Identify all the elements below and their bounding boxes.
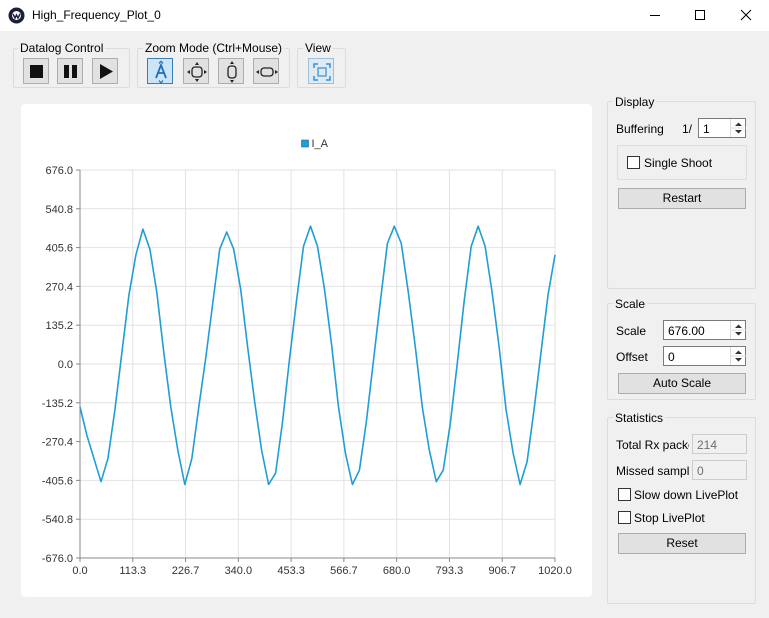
- app-logo-icon: [8, 7, 25, 24]
- fit-view-button[interactable]: [308, 58, 334, 84]
- spin-arrows-icon: [731, 122, 746, 134]
- fit-view-icon: [313, 63, 331, 81]
- y-tick-label: -135.2: [42, 398, 73, 410]
- single-shoot-label: Single Shoot: [644, 156, 713, 170]
- legend-label: I_A: [312, 138, 329, 150]
- spin-arrows-icon: [731, 350, 746, 362]
- y-tick-label: -270.4: [42, 437, 73, 449]
- x-tick-label: 453.3: [277, 565, 305, 577]
- y-tick-label: 540.8: [45, 204, 73, 216]
- zoom-vertical-icon: [227, 61, 237, 83]
- pause-button[interactable]: [57, 58, 83, 84]
- maximize-icon: [695, 10, 705, 20]
- missed-samples-field: 0: [692, 460, 747, 480]
- buffering-value: 1: [703, 122, 710, 136]
- scale-spinbox[interactable]: 676.00: [663, 320, 746, 340]
- zoom-horizontal-button[interactable]: [253, 58, 279, 84]
- offset-spinbox[interactable]: 0: [663, 346, 746, 366]
- scale-title: Scale: [613, 297, 648, 311]
- y-tick-label: 676.0: [45, 165, 73, 177]
- total-rx-field: 214: [692, 434, 747, 454]
- x-tick-label: 1020.0: [538, 565, 572, 577]
- auto-scale-button[interactable]: Auto Scale: [618, 373, 746, 394]
- stop-liveplot-checkbox[interactable]: [618, 511, 631, 524]
- legend-marker: [301, 139, 309, 148]
- offset-label: Offset: [616, 350, 648, 364]
- buffering-spinbox[interactable]: 1: [698, 118, 746, 138]
- scale-value: 676.00: [668, 324, 705, 338]
- missed-samples-value: 0: [697, 464, 704, 478]
- datalog-control-label: Datalog Control: [18, 41, 106, 55]
- x-tick-label: 340.0: [225, 565, 253, 577]
- zoom-xy-icon: [187, 62, 207, 82]
- y-tick-label: -676.0: [42, 553, 73, 565]
- minimize-icon: [650, 15, 660, 16]
- total-rx-label: Total Rx packe: [616, 438, 689, 452]
- x-tick-label: 0.0: [72, 565, 87, 577]
- title-bar: High_Frequency_Plot_0: [0, 0, 769, 31]
- play-icon: [100, 64, 113, 79]
- single-shoot-checkbox[interactable]: [627, 156, 640, 169]
- window-title: High_Frequency_Plot_0: [32, 8, 161, 22]
- x-tick-label: 226.7: [172, 565, 200, 577]
- restart-button[interactable]: Restart: [618, 188, 746, 209]
- x-tick-label: 566.7: [330, 565, 358, 577]
- plot-panel: 676.0 540.8 405.6 270.4 135.2 0.0 -135.2 -270.4…: [21, 104, 592, 597]
- y-tick-label: 0.0: [58, 359, 73, 371]
- minimize-button[interactable]: [632, 0, 678, 31]
- line-chart[interactable]: 676.0 540.8 405.6 270.4 135.2 0.0 -135.2 -270.4…: [21, 104, 592, 597]
- zoom-vertical-button[interactable]: [218, 58, 244, 84]
- zoom-xy-button[interactable]: [183, 58, 209, 84]
- stop-liveplot-label: Stop LivePlot: [634, 511, 705, 525]
- stop-icon: [30, 65, 43, 78]
- stop-button[interactable]: [23, 58, 49, 84]
- buffering-stepper[interactable]: [730, 119, 746, 137]
- buffering-prefix: 1/: [682, 122, 693, 136]
- view-label: View: [303, 41, 333, 55]
- zoom-mode-label: Zoom Mode (Ctrl+Mouse): [143, 41, 285, 55]
- x-tick-label: 113.3: [119, 565, 146, 577]
- x-tick-label: 906.7: [488, 565, 516, 577]
- offset-stepper[interactable]: [730, 347, 746, 365]
- statistics-title: Statistics: [613, 411, 666, 425]
- play-button[interactable]: [92, 58, 118, 84]
- close-button[interactable]: [723, 0, 769, 31]
- buffering-label: Buffering: [616, 122, 664, 136]
- zoom-auto-icon: [155, 60, 167, 84]
- slow-down-checkbox[interactable]: [618, 488, 631, 501]
- close-icon: [740, 9, 752, 21]
- y-tick-label: -540.8: [42, 514, 73, 526]
- x-tick-label: 680.0: [383, 565, 411, 577]
- x-tick-label: 793.3: [436, 565, 464, 577]
- y-tick-label: 405.6: [45, 243, 73, 255]
- zoom-auto-button[interactable]: [147, 58, 173, 84]
- y-tick-label: 270.4: [45, 281, 73, 293]
- pause-icon: [64, 65, 77, 78]
- maximize-button[interactable]: [677, 0, 723, 31]
- slow-down-label: Slow down LivePlot: [634, 488, 739, 502]
- y-tick-label: 135.2: [45, 320, 73, 332]
- total-rx-value: 214: [697, 438, 718, 452]
- reset-button[interactable]: Reset: [618, 533, 746, 554]
- scale-stepper[interactable]: [730, 321, 746, 339]
- y-tick-label: -405.6: [42, 475, 73, 487]
- display-title: Display: [613, 95, 657, 109]
- missed-samples-label: Missed samples: [616, 464, 689, 478]
- zoom-horizontal-icon: [256, 67, 278, 77]
- offset-value: 0: [668, 350, 675, 364]
- spin-arrows-icon: [731, 324, 746, 336]
- series-line-i-a: [79, 225, 556, 486]
- scale-label: Scale: [616, 324, 647, 338]
